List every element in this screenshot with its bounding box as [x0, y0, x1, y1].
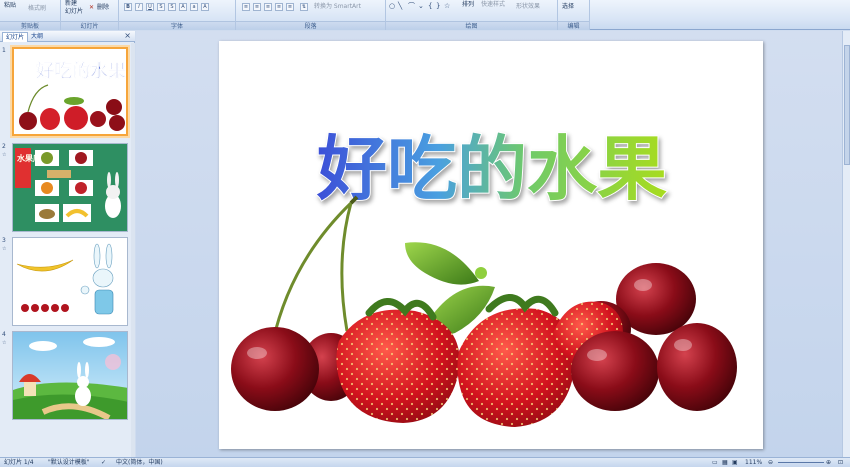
- slides-group: 新建 幻灯片 ✕ 删除 幻灯片: [61, 0, 119, 30]
- arrow-shape-icon[interactable]: ⌄: [418, 2, 424, 10]
- zoom-in-icon[interactable]: ⊕: [826, 458, 831, 467]
- drawing-label: 绘图: [386, 21, 557, 30]
- format-painter-button[interactable]: 格式刷: [28, 5, 46, 13]
- slide-number: 2: [2, 143, 6, 150]
- slide-thumbnail-image[interactable]: [12, 237, 128, 326]
- delete-slide-button[interactable]: 删除: [97, 4, 109, 12]
- normal-view-icon[interactable]: ▭: [712, 458, 718, 467]
- slide-number: 3: [2, 237, 6, 244]
- spellcheck-icon[interactable]: ✓: [101, 458, 106, 467]
- select-button[interactable]: 选择: [562, 3, 574, 11]
- clipboard-group: 粘贴 格式刷 剪贴板: [0, 0, 61, 30]
- align-center-button[interactable]: ≡: [253, 3, 261, 11]
- drawing-group: ○ ╲ ⌒ ⌄ { } ☆ 排列 快速样式 形状效果 绘图: [386, 0, 558, 30]
- smartart-button[interactable]: 转换为 SmartArt: [314, 3, 361, 11]
- paste-button[interactable]: 粘贴: [4, 2, 16, 10]
- ribbon: 粘贴 格式刷 剪贴板 新建 幻灯片 ✕ 删除 幻灯片 B I U S S A a…: [0, 0, 850, 30]
- spacing-button[interactable]: A: [179, 3, 187, 11]
- current-slide[interactable]: 好吃的水果: [219, 41, 763, 449]
- slides-label: 幻灯片: [61, 21, 118, 30]
- italic-button[interactable]: I: [135, 3, 143, 11]
- brace-right-icon[interactable]: }: [436, 2, 440, 10]
- line-shape-icon[interactable]: ╲: [398, 2, 402, 10]
- language-indicator[interactable]: 中文(简体，中国): [116, 458, 163, 467]
- font-color-button[interactable]: A: [201, 3, 209, 11]
- slide-editing-area: 好吃的水果: [136, 31, 850, 457]
- text-direction-button[interactable]: ⇅: [300, 3, 308, 11]
- animation-icon: ☆: [2, 340, 7, 346]
- zoom-level[interactable]: 111%: [745, 458, 762, 467]
- shape-effects-button[interactable]: 形状效果: [516, 3, 540, 11]
- case-button[interactable]: a: [190, 3, 198, 11]
- new-slide-button[interactable]: 新建 幻灯片: [65, 0, 83, 16]
- zoom-slider[interactable]: [778, 462, 824, 463]
- animation-icon: ☆: [2, 152, 7, 158]
- animation-icon: ☆: [2, 246, 7, 252]
- zoom-out-icon[interactable]: ⊖: [768, 458, 773, 467]
- thumb-title: 好吃的水果: [35, 60, 127, 82]
- editing-label: 编辑: [558, 21, 589, 30]
- star-shape-icon[interactable]: ☆: [444, 2, 450, 10]
- paragraph-label: 段落: [236, 21, 385, 30]
- fit-window-icon[interactable]: ⊡: [838, 458, 843, 467]
- scrollbar-thumb[interactable]: [844, 45, 850, 165]
- columns-button[interactable]: ≡: [286, 3, 294, 11]
- underline-button[interactable]: U: [146, 3, 154, 11]
- align-right-button[interactable]: ≡: [264, 3, 272, 11]
- slide-thumbnail-image[interactable]: 好吃的水果: [12, 47, 128, 136]
- editing-group: 选择 编辑: [558, 0, 590, 30]
- align-left-button[interactable]: ≡: [242, 3, 250, 11]
- font-group: B I U S S A a A 字体: [119, 0, 236, 30]
- bold-button[interactable]: B: [124, 3, 132, 11]
- oval-shape-icon[interactable]: ○: [389, 2, 395, 10]
- quick-styles-button[interactable]: 快速样式: [481, 1, 505, 9]
- close-panel-icon[interactable]: ×: [124, 31, 131, 41]
- clipboard-label: 剪贴板: [0, 21, 60, 30]
- tab-outline[interactable]: 大纲: [28, 32, 46, 42]
- tab-slides[interactable]: 幻灯片: [2, 32, 29, 42]
- panel-tabs: 幻灯片 大纲 ×: [0, 31, 135, 42]
- slide-thumbnail-image[interactable]: 水果店: [12, 143, 128, 232]
- justify-button[interactable]: ≡: [275, 3, 283, 11]
- status-bar: 幻灯片 1/4 "默认设计模板" ✓ 中文(简体，中国) ▭ ▦ ▣ 111% …: [0, 457, 850, 467]
- theme-name: "默认设计模板": [48, 459, 90, 466]
- slide-counter: 幻灯片 1/4: [4, 459, 34, 466]
- slide-number: 1: [2, 47, 6, 54]
- paragraph-group: ≡ ≡ ≡ ≡ ≡ ⇅ 转换为 SmartArt 段落: [236, 0, 386, 30]
- delete-icon[interactable]: ✕: [89, 4, 94, 12]
- brace-left-icon[interactable]: {: [428, 2, 432, 10]
- slide-title[interactable]: 好吃的水果: [315, 127, 668, 211]
- slide-number: 4: [2, 331, 6, 338]
- slideshow-view-icon[interactable]: ▣: [732, 458, 738, 467]
- slide-thumbnail-image[interactable]: [12, 331, 128, 420]
- arrange-button[interactable]: 排列: [462, 1, 474, 9]
- panel-scrollbar[interactable]: [131, 43, 135, 457]
- curve-shape-icon[interactable]: ⌒: [408, 2, 415, 10]
- shadow-button[interactable]: S: [168, 3, 176, 11]
- font-label: 字体: [119, 21, 235, 30]
- strikethrough-button[interactable]: S: [157, 3, 165, 11]
- sorter-view-icon[interactable]: ▦: [722, 458, 728, 467]
- vertical-scrollbar[interactable]: [842, 31, 850, 457]
- slides-panel: 幻灯片 大纲 × 1 好吃的水果 2 ☆ 水果店 3 ☆ 4 ☆: [0, 31, 135, 457]
